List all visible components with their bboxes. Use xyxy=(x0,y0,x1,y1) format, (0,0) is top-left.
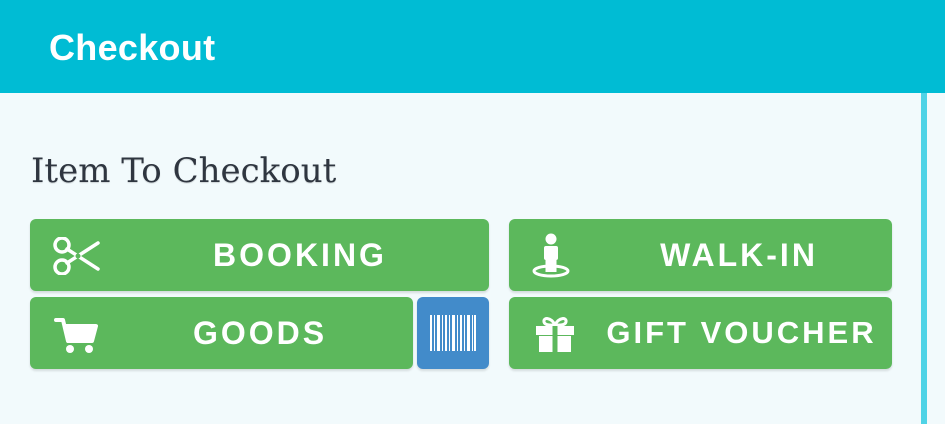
person-standing-icon xyxy=(531,233,571,284)
scissors-icon xyxy=(52,236,100,280)
page-title: Checkout xyxy=(49,27,216,68)
section-title: Item To Checkout xyxy=(31,151,337,191)
app-bar: Checkout xyxy=(0,0,945,93)
walk-in-label: WALK-IN xyxy=(660,236,818,273)
walk-in-button[interactable]: WALK-IN xyxy=(509,219,892,291)
gift-voucher-button[interactable]: GIFT VOUCHER xyxy=(509,297,892,369)
booking-label: BOOKING xyxy=(213,236,387,273)
goods-label: GOODS xyxy=(192,314,328,351)
barcode-scan-button[interactable] xyxy=(417,297,489,369)
shopping-cart-icon xyxy=(54,317,98,360)
gift-icon xyxy=(535,315,575,358)
scroll-edge xyxy=(921,93,927,424)
booking-button[interactable]: BOOKING xyxy=(30,219,489,291)
goods-button[interactable]: GOODS xyxy=(30,297,413,369)
gift-voucher-label: GIFT VOUCHER xyxy=(606,315,877,350)
barcode-icon xyxy=(430,315,476,356)
